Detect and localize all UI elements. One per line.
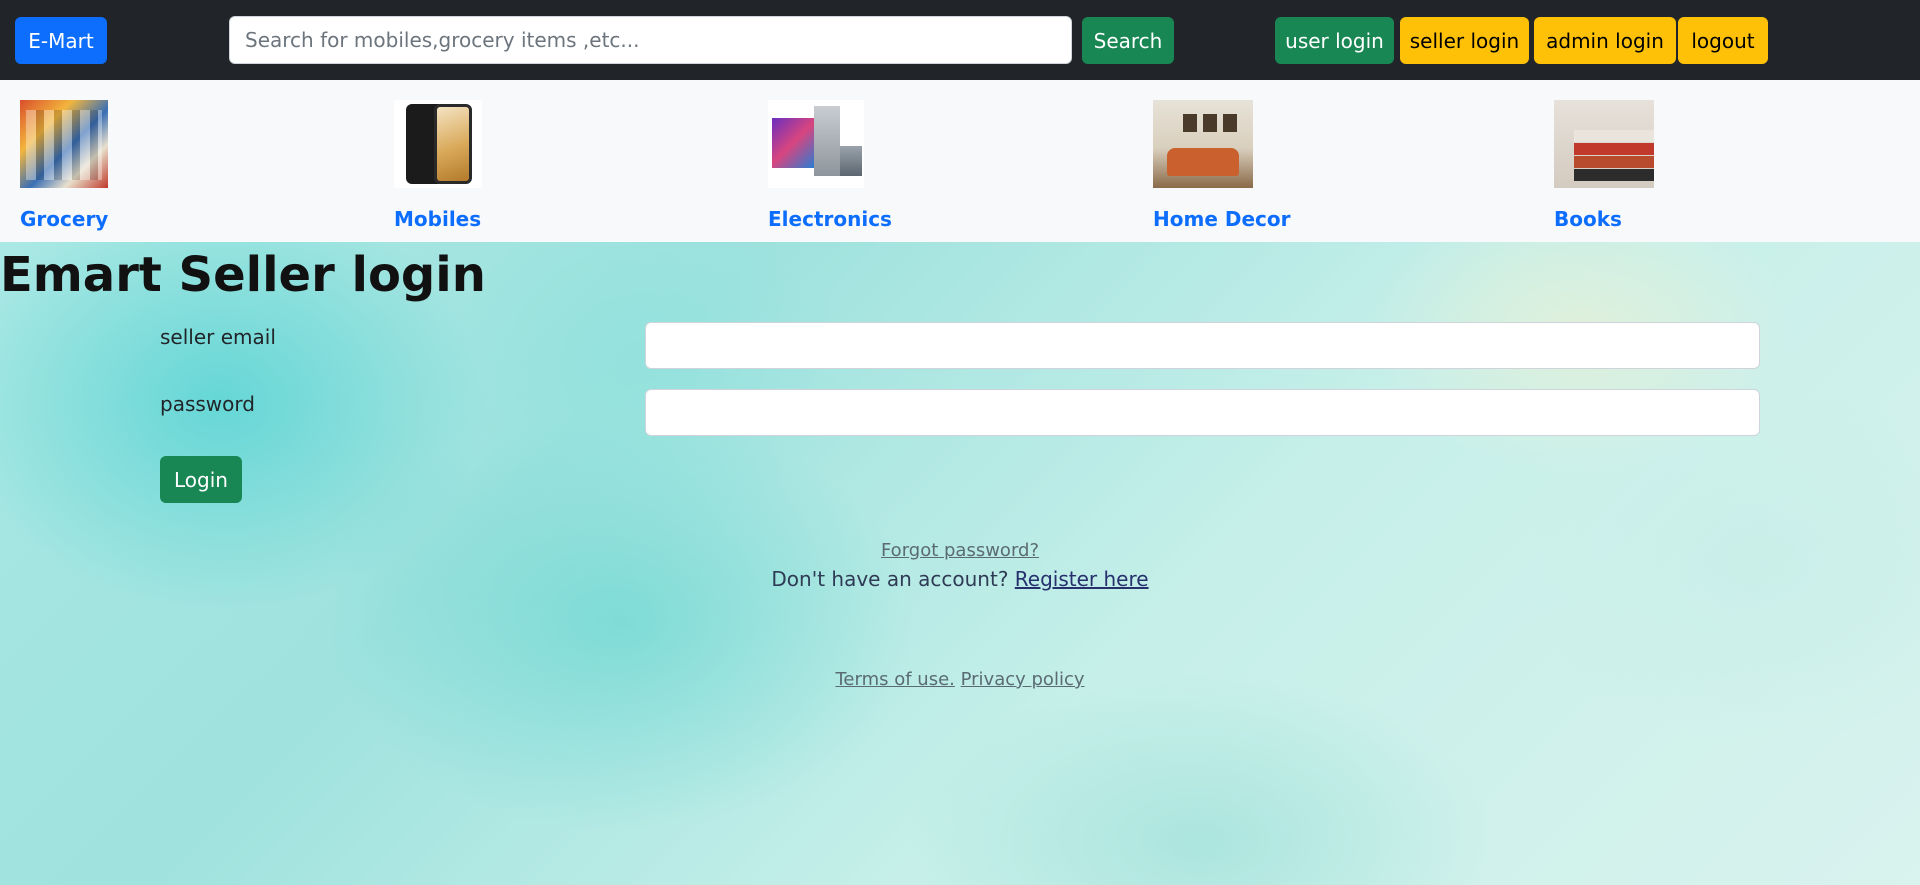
appliance-shape: [840, 146, 862, 176]
book-shape: [1574, 156, 1654, 168]
register-link[interactable]: Register here: [1015, 567, 1149, 591]
seller-email-field[interactable]: [645, 322, 1760, 369]
seller-login-button[interactable]: seller login: [1400, 17, 1529, 64]
password-label: password: [160, 392, 255, 416]
wall-frame-shape: [1203, 114, 1217, 132]
mobiles-image[interactable]: [394, 100, 482, 188]
password-field[interactable]: [645, 389, 1760, 436]
wall-frame-shape: [1183, 114, 1197, 132]
book-shape: [1574, 143, 1654, 155]
phone-front-shape: [434, 104, 472, 184]
books-image[interactable]: [1554, 100, 1654, 188]
logout-button[interactable]: logout: [1678, 17, 1768, 64]
user-login-button[interactable]: user login: [1275, 17, 1394, 64]
terms-link[interactable]: Terms of use.: [835, 669, 954, 690]
no-account-text: Don't have an account?: [771, 567, 1015, 591]
login-button[interactable]: Login: [160, 456, 242, 503]
forgot-password-row: Forgot password?: [0, 540, 1920, 561]
footer-links: Terms of use. Privacy policy: [0, 669, 1920, 690]
seller-email-label: seller email: [160, 325, 276, 349]
electronics-image[interactable]: [768, 100, 864, 188]
page-title: Emart Seller login: [0, 247, 486, 303]
category-link-home-decor[interactable]: Home Decor: [1153, 207, 1290, 231]
privacy-link[interactable]: Privacy policy: [961, 669, 1085, 690]
book-shape: [1574, 169, 1654, 181]
wall-frame-shape: [1223, 114, 1237, 132]
category-link-books[interactable]: Books: [1554, 207, 1622, 231]
home-decor-image[interactable]: [1153, 100, 1253, 188]
fridge-shape: [814, 106, 840, 176]
grocery-image[interactable]: [20, 100, 108, 188]
top-navbar: E-Mart Search user login seller login ad…: [0, 0, 1920, 80]
brand-button[interactable]: E-Mart: [15, 17, 107, 64]
search-input[interactable]: [229, 16, 1072, 64]
tv-shape: [772, 118, 814, 168]
category-link-grocery[interactable]: Grocery: [20, 207, 108, 231]
category-link-mobiles[interactable]: Mobiles: [394, 207, 481, 231]
category-link-electronics[interactable]: Electronics: [768, 207, 892, 231]
category-bar: Grocery Mobiles Electronics Home Decor B…: [0, 80, 1920, 242]
search-button[interactable]: Search: [1082, 17, 1174, 64]
book-shape: [1574, 130, 1654, 142]
forgot-password-link[interactable]: Forgot password?: [881, 540, 1039, 561]
register-prompt: Don't have an account? Register here: [0, 567, 1920, 591]
login-section: Emart Seller login seller email password…: [0, 242, 1920, 885]
sofa-shape: [1167, 148, 1239, 176]
admin-login-button[interactable]: admin login: [1534, 17, 1676, 64]
